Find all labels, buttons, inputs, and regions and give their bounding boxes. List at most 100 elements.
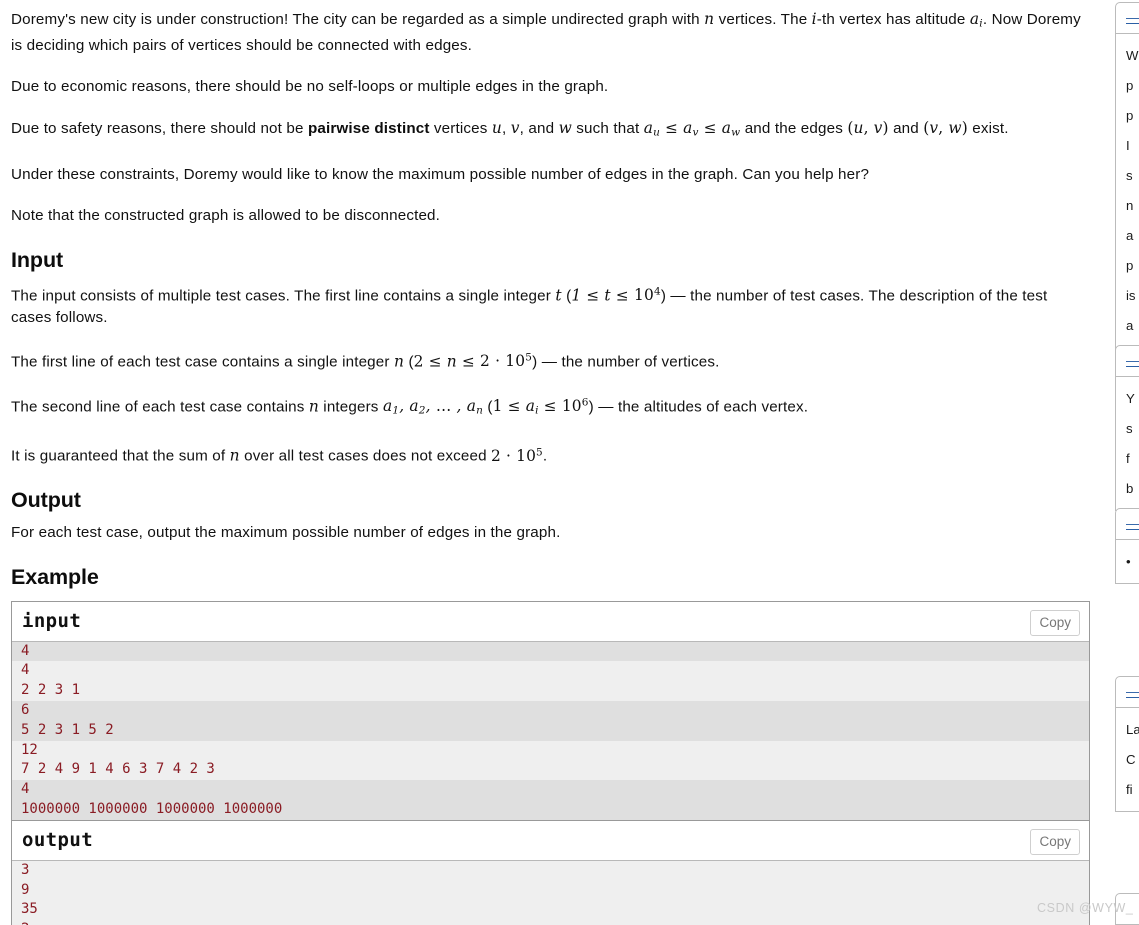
sidebar-card-line: is [1126,288,1136,303]
statement-paragraph-3: Due to safety reasons, there should not … [11,118,1090,144]
sidebar-card-3-caption[interactable]: — [1116,509,1139,540]
math-range-t: 1 ≤ t ≤ 104 [571,285,661,305]
statement-paragraph-5: Note that the constructed graph is allow… [11,207,441,225]
statement-paragraph-4: Under these constraints, Doremy would li… [11,165,870,183]
sidebar-card-4-caption[interactable]: — [1116,677,1139,708]
sample-output-block: 3 9 35 2 [12,860,1089,925]
sidebar-card-line: p [1126,258,1134,273]
sidebar-card-line: C [1126,752,1136,767]
sample-output-line: 3 [21,861,30,878]
statement-p3-text-c: , and [519,119,559,137]
output-spec-line: For each test case, output the maximum p… [11,524,561,542]
input-spec-line-2: The first line of each test case contain… [11,352,720,371]
sample-output-title: output [22,829,94,852]
sample-input-header: input Copy [12,601,1089,642]
sample-input-line: 12 [21,741,38,758]
statement-p3-text-a: Due to safety reasons, there should not … [11,119,308,137]
copy-output-button[interactable]: Copy [1030,828,1080,856]
sidebar-card-line: a [1126,318,1134,333]
sample-input-line: 2 2 3 1 [21,682,81,699]
sidebar-card-line: s [1126,421,1133,436]
sample-input-testcase-block: 4 1000000 1000000 1000000 1000000 [12,780,1089,820]
problem-statement-column: Doremy's new city is under construction!… [0,0,1108,925]
math-var-a-sub-i: ai [969,10,983,30]
sample-input-testcase-block: 12 7 2 4 9 1 4 6 3 7 4 2 3 [12,740,1089,781]
sidebar-card-2[interactable]: — Ysfb [1115,345,1139,511]
sample-input-line: 6 [21,702,30,719]
sample-input-testcase-block: 4 [12,641,1089,662]
statement-p3-text-d: such that [571,119,644,137]
sample-input-line: 7 2 4 9 1 4 6 3 7 4 2 3 [21,761,215,778]
sample-input-line: 4 [21,662,30,679]
sidebar-card-line: fi [1126,782,1133,797]
math-edge-uv: (u, v) [847,118,889,137]
sample-output-data: 3 9 35 2 [12,860,1089,925]
copy-input-button[interactable]: Copy [1030,609,1080,637]
sidebar-card-4-body: La Cfi [1116,708,1139,811]
sidebar-card-line: f [1126,451,1130,466]
sample-input-data: 4 4 2 2 3 1 6 5 2 3 1 5 2 12 7 2 4 9 1 4 6 3 7… [12,641,1089,820]
math-var-n-3: n [308,397,319,416]
sidebar-card-3-body: • [1116,540,1139,583]
sidebar-card-3[interactable]: — • [1115,508,1139,584]
sidebar-card-line: p [1126,78,1134,93]
sample-output-box: output Copy 3 9 35 2 [11,819,1090,925]
statement-p1-text-c: -th vertex has altitude [816,11,970,28]
sample-tests: input Copy 4 4 2 2 3 1 6 5 2 3 1 5 2 12 7 2 4 … [11,600,1090,925]
sidebar-card-4[interactable]: — La Cfi [1115,676,1139,812]
input-spec-line-1: The input consists of multiple test case… [11,285,1048,326]
sample-input-testcase-block: 4 2 2 3 1 [12,661,1089,702]
math-sum-bound: 2 · 105 [491,446,543,465]
sidebar-card-line: I [1126,138,1130,153]
sidebar-card-2-body: Ysfb [1116,377,1139,510]
sidebar-card-line: s [1126,168,1133,183]
sample-input-line: 5 2 3 1 5 2 [21,721,114,738]
sidebar-card-line: Y [1126,391,1135,406]
sample-input-line: 4 [21,642,30,659]
sidebar-card-line: n [1126,198,1134,213]
sample-output-line: 2 [21,920,1089,925]
statement-paragraph-2: Due to economic reasons, there should be… [11,78,609,96]
sidebar-card-line: La [1126,722,1139,737]
math-var-n-4: n [229,446,240,465]
sample-output-line: 9 [21,881,30,898]
math-range-n: 2 ≤ n ≤ 2 · 105 [413,352,533,371]
sample-input-testcase-block: 6 5 2 3 1 5 2 [12,701,1089,741]
statement-p3-text-b: vertices [429,119,492,137]
statement-p3-comma: , [501,119,511,137]
sample-input-line: 1000000 1000000 1000000 1000000 [21,801,283,818]
math-var-n-2: n [393,352,405,371]
sidebar-card-line: b [1126,481,1134,496]
csdn-watermark: CSDN @WYW_ [1037,901,1134,915]
section-heading-input: Input [11,247,64,272]
math-range-ai: 1 ≤ ai ≤ 106 [492,396,589,417]
sample-input-box: input Copy 4 4 2 2 3 1 6 5 2 3 1 5 2 12 7 2 4 … [11,600,1090,820]
sidebar-card-1-caption[interactable]: — [1116,3,1139,34]
math-var-u: u [491,118,502,137]
page-root: Doremy's new city is under construction!… [0,0,1139,925]
sample-output-line: 35 [21,901,38,918]
sample-input-title: input [22,610,82,633]
statement-p3-text-g: exist. [967,119,1009,137]
sidebar-card-line: p [1126,108,1134,123]
statement-p3-text-e: and the edges [740,119,848,137]
sidebar-card-line: a [1126,228,1134,243]
statement-p1-text-a: Doremy's new city is under construction!… [11,11,705,28]
math-edge-vw: (v, w) [923,118,968,137]
math-var-v: v [510,118,520,137]
sidebar-card-line: • [1126,554,1131,569]
right-sidebar-rail: — WppIsnapisanc — Ysfb — • — LaCfi [1108,0,1139,925]
sidebar-card-2-caption[interactable]: — [1116,346,1139,377]
section-heading-output: Output [11,488,81,513]
sample-output-header: output Copy [12,820,1089,861]
